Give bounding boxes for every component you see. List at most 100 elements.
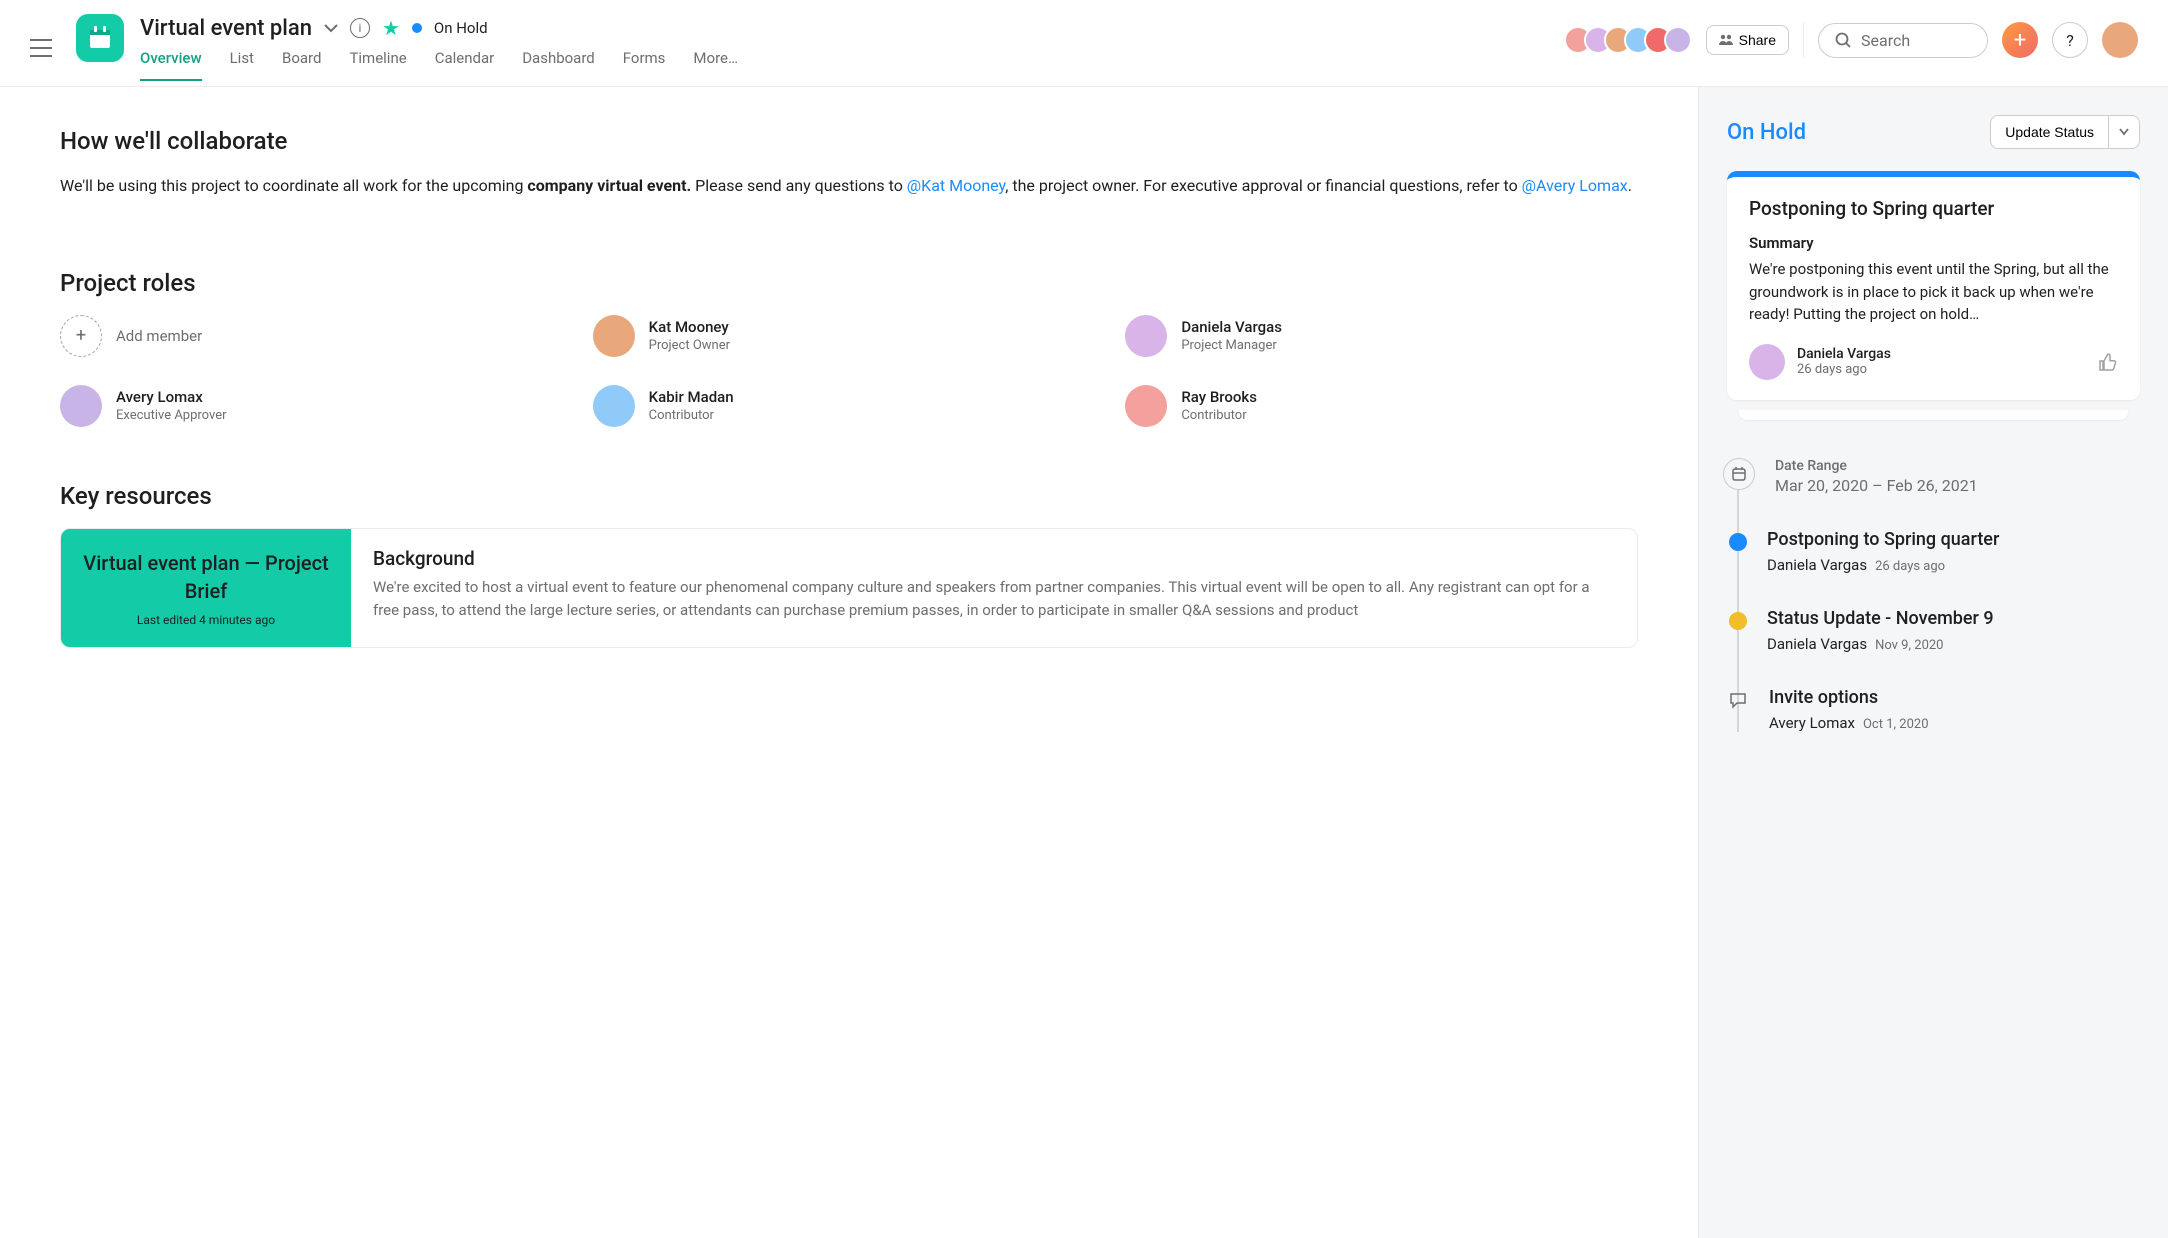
star-icon[interactable]: ★ bbox=[382, 16, 400, 40]
collab-text: We'll be using this project to coordinat… bbox=[60, 173, 1638, 199]
add-button[interactable]: + bbox=[2002, 22, 2038, 58]
status-author-name: Daniela Vargas bbox=[1797, 346, 1891, 362]
people-icon bbox=[1719, 34, 1733, 46]
timeline-date-value: Mar 20, 2020 – Feb 26, 2021 bbox=[1775, 476, 1978, 495]
resource-thumb: Virtual event plan — Project Brief Last … bbox=[61, 529, 351, 647]
project-icon bbox=[76, 14, 124, 62]
status-card-title: Postponing to Spring quarter bbox=[1749, 197, 2118, 220]
search-input[interactable]: Search bbox=[1818, 23, 1988, 58]
share-button-label: Share bbox=[1739, 32, 1776, 48]
role-name: Ray Brooks bbox=[1181, 388, 1257, 406]
timeline-item-title: Postponing to Spring quarter bbox=[1767, 529, 1999, 550]
resource-thumb-sub: Last edited 4 minutes ago bbox=[137, 613, 275, 627]
avatar bbox=[1664, 26, 1692, 54]
timeline-item-title: Status Update - November 9 bbox=[1767, 608, 1994, 629]
chevron-down-icon bbox=[2119, 128, 2129, 136]
role-item[interactable]: Ray Brooks Contributor bbox=[1125, 385, 1638, 427]
chevron-down-icon[interactable] bbox=[324, 23, 338, 33]
main: How we'll collaborate We'll be using thi… bbox=[0, 87, 2168, 1238]
info-icon[interactable]: i bbox=[350, 18, 370, 38]
timeline-item-time: Oct 1, 2020 bbox=[1863, 717, 1929, 732]
tab-list[interactable]: List bbox=[230, 49, 254, 81]
timeline-item[interactable]: Status Update - November 9 Daniela Varga… bbox=[1727, 608, 2140, 653]
resource-body-title: Background bbox=[373, 547, 1615, 570]
like-icon[interactable] bbox=[2098, 352, 2118, 372]
status-card-summary-label: Summary bbox=[1749, 234, 2118, 252]
avatar bbox=[593, 385, 635, 427]
share-button[interactable]: Share bbox=[1706, 25, 1789, 55]
role-title: Project Manager bbox=[1181, 338, 1282, 353]
role-title: Project Owner bbox=[649, 338, 730, 353]
status-author: Daniela Vargas 26 days ago bbox=[1749, 344, 1891, 380]
role-name: Kabir Madan bbox=[649, 388, 734, 406]
role-item[interactable]: Kabir Madan Contributor bbox=[593, 385, 1106, 427]
status-author-time: 26 days ago bbox=[1797, 362, 1891, 377]
role-name: Kat Mooney bbox=[649, 318, 730, 336]
timeline: Date Range Mar 20, 2020 – Feb 26, 2021 P… bbox=[1727, 458, 2140, 732]
topbar-right: Share Search + ? bbox=[1564, 22, 2138, 58]
avatar bbox=[593, 315, 635, 357]
timeline-date-label: Date Range bbox=[1775, 458, 1978, 474]
mention-avery[interactable]: @Avery Lomax bbox=[1522, 176, 1628, 195]
add-member-button[interactable]: + Add member bbox=[60, 315, 573, 357]
timeline-item-time: 26 days ago bbox=[1875, 559, 1945, 574]
update-status-dropdown[interactable] bbox=[2109, 115, 2140, 149]
tab-forms[interactable]: Forms bbox=[623, 49, 666, 81]
timeline-item-author: Daniela Vargas bbox=[1767, 556, 1867, 574]
resource-body: Background We're excited to host a virtu… bbox=[351, 529, 1637, 647]
status-card[interactable]: Postponing to Spring quarter Summary We'… bbox=[1727, 171, 2140, 400]
plus-icon: + bbox=[60, 315, 102, 357]
status-dot-yellow bbox=[1729, 612, 1747, 630]
role-title: Executive Approver bbox=[116, 408, 227, 423]
update-status-label[interactable]: Update Status bbox=[1990, 115, 2109, 149]
role-title: Contributor bbox=[1181, 408, 1257, 423]
resource-card[interactable]: Virtual event plan — Project Brief Last … bbox=[60, 528, 1638, 648]
mention-kat[interactable]: @Kat Mooney bbox=[907, 176, 1005, 195]
role-title: Contributor bbox=[649, 408, 734, 423]
timeline-item-time: Nov 9, 2020 bbox=[1875, 638, 1943, 653]
role-item[interactable]: Avery Lomax Executive Approver bbox=[60, 385, 573, 427]
divider bbox=[1803, 22, 1804, 58]
update-status-button[interactable]: Update Status bbox=[1990, 115, 2140, 149]
timeline-item-author: Avery Lomax bbox=[1769, 714, 1855, 732]
tab-dashboard[interactable]: Dashboard bbox=[522, 49, 595, 81]
sidebar-header: On Hold Update Status bbox=[1727, 115, 2140, 149]
status-card-summary-text: We're postponing this event until the Sp… bbox=[1749, 258, 2118, 326]
chat-icon bbox=[1727, 689, 1749, 711]
tab-board[interactable]: Board bbox=[282, 49, 321, 81]
timeline-date-range: Date Range Mar 20, 2020 – Feb 26, 2021 bbox=[1727, 458, 2140, 495]
role-name: Avery Lomax bbox=[116, 388, 227, 406]
sidebar: On Hold Update Status Postponing to Spri… bbox=[1698, 87, 2168, 1238]
timeline-item-author: Daniela Vargas bbox=[1767, 635, 1867, 653]
status-dot bbox=[412, 23, 422, 33]
card-stack bbox=[1739, 410, 2128, 420]
avatar bbox=[1125, 385, 1167, 427]
role-item[interactable]: Kat Mooney Project Owner bbox=[593, 315, 1106, 357]
resources-heading: Key resources bbox=[60, 482, 1638, 510]
avatar bbox=[1125, 315, 1167, 357]
content: How we'll collaborate We'll be using thi… bbox=[0, 87, 1698, 1238]
sidebar-status: On Hold bbox=[1727, 120, 1806, 145]
help-button[interactable]: ? bbox=[2052, 22, 2088, 58]
roles-heading: Project roles bbox=[60, 269, 1638, 297]
role-name: Daniela Vargas bbox=[1181, 318, 1282, 336]
role-item[interactable]: Daniela Vargas Project Manager bbox=[1125, 315, 1638, 357]
user-avatar[interactable] bbox=[2102, 22, 2138, 58]
calendar-icon bbox=[1723, 458, 1755, 490]
tab-calendar[interactable]: Calendar bbox=[435, 49, 495, 81]
status-dot-blue bbox=[1729, 533, 1747, 551]
search-icon bbox=[1835, 32, 1851, 48]
resource-body-text: We're excited to host a virtual event to… bbox=[373, 576, 1615, 623]
tab-overview[interactable]: Overview bbox=[140, 49, 202, 81]
timeline-item[interactable]: Invite options Avery LomaxOct 1, 2020 bbox=[1727, 687, 2140, 732]
search-placeholder: Search bbox=[1861, 31, 1910, 50]
hamburger-menu-icon[interactable] bbox=[30, 39, 52, 57]
avatar-stack[interactable] bbox=[1564, 26, 1692, 54]
roles-grid: + Add member Kat Mooney Project Owner Dan… bbox=[60, 315, 1638, 427]
tab-timeline[interactable]: Timeline bbox=[349, 49, 406, 81]
timeline-item[interactable]: Postponing to Spring quarter Daniela Var… bbox=[1727, 529, 2140, 574]
resource-thumb-title: Virtual event plan — Project Brief bbox=[81, 549, 331, 605]
tab-more[interactable]: More… bbox=[693, 49, 738, 81]
status-label[interactable]: On Hold bbox=[434, 19, 488, 37]
avatar bbox=[60, 385, 102, 427]
